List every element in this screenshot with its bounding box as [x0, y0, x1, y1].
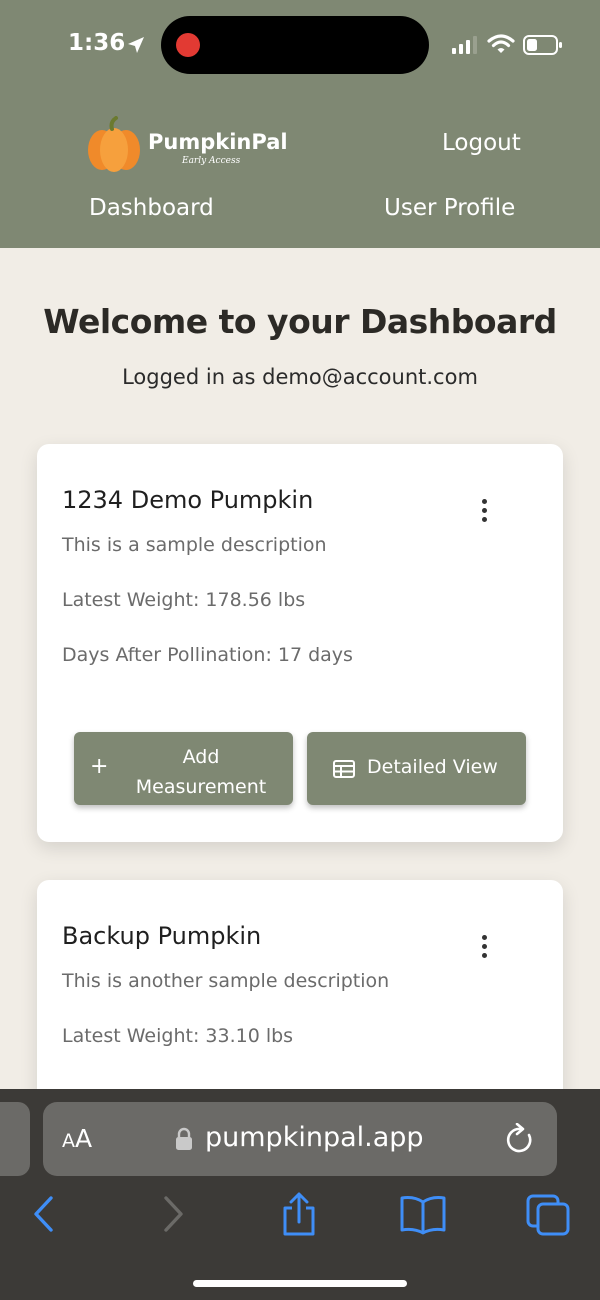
status-time: 1:36	[68, 30, 126, 56]
location-arrow-icon	[128, 37, 144, 53]
logout-link[interactable]: Logout	[442, 130, 521, 156]
page-title: Welcome to your Dashboard	[43, 302, 557, 341]
cellular-signal-icon	[452, 36, 477, 54]
dynamic-island	[161, 16, 429, 74]
nav-user-profile-link[interactable]: User Profile	[384, 195, 515, 221]
pumpkin-logo-icon	[88, 116, 140, 172]
table-icon	[333, 760, 355, 778]
days-after-pollination: Days After Pollination: 17 days	[62, 644, 353, 666]
pumpkin-description: This is a sample description	[62, 534, 327, 556]
brand-tagline: Early Access	[182, 156, 241, 166]
pumpkin-title: Backup Pumpkin	[62, 922, 262, 950]
wifi-icon	[487, 34, 515, 53]
logged-in-status: Logged in as demo@account.com	[122, 365, 478, 389]
detailed-view-button[interactable]: Detailed View	[307, 732, 526, 805]
lock-icon	[176, 1127, 192, 1150]
battery-icon	[523, 35, 562, 55]
aa-large: A	[75, 1124, 93, 1153]
pumpkin-card: 1234 Demo Pumpkin This is a sample descr…	[37, 444, 563, 842]
home-indicator[interactable]	[193, 1280, 407, 1287]
aa-small: A	[62, 1130, 75, 1152]
screen-recording-icon	[176, 33, 200, 57]
tabs-icon[interactable]	[524, 1192, 572, 1238]
pumpkin-description: This is another sample description	[62, 970, 390, 992]
back-icon[interactable]	[30, 1192, 56, 1236]
pumpkin-title: 1234 Demo Pumpkin	[62, 486, 314, 514]
share-icon[interactable]	[279, 1192, 319, 1238]
add-measurement-label-line1: Add	[182, 746, 220, 768]
reload-icon[interactable]	[505, 1123, 535, 1155]
latest-weight: Latest Weight: 33.10 lbs	[62, 1025, 294, 1047]
url-text[interactable]: pumpkinpal.app	[205, 1122, 424, 1153]
latest-weight: Latest Weight: 178.56 lbs	[62, 589, 306, 611]
brand-name[interactable]: PumpkinPal	[148, 130, 288, 154]
bookmarks-icon[interactable]	[398, 1192, 448, 1236]
nav-dashboard-link[interactable]: Dashboard	[89, 195, 214, 221]
reader-options-button[interactable]: AA	[62, 1124, 92, 1153]
add-measurement-label-line2: Measurement	[135, 776, 267, 798]
previous-tab-peek[interactable]	[0, 1102, 30, 1176]
more-options-icon[interactable]	[475, 932, 495, 962]
forward-icon[interactable]	[160, 1192, 186, 1236]
more-options-icon[interactable]	[475, 496, 495, 526]
add-measurement-label: Add Measurement	[126, 742, 276, 802]
plus-icon: +	[90, 754, 109, 779]
add-measurement-button[interactable]: + Add Measurement	[74, 732, 293, 805]
detailed-view-label: Detailed View	[367, 756, 498, 778]
